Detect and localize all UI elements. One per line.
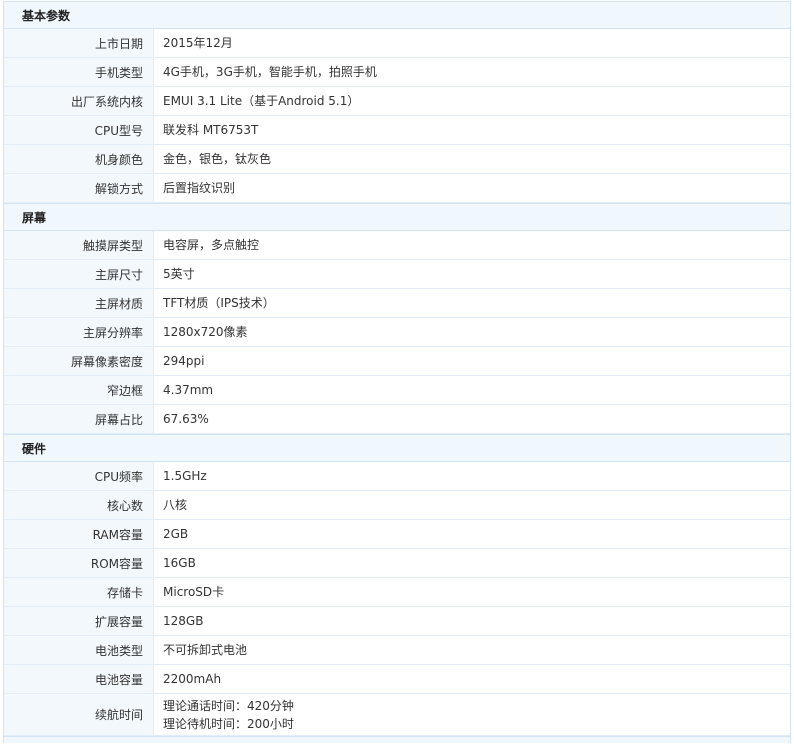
spec-row: 上市日期 2015年12月 bbox=[4, 29, 790, 58]
spec-label: 电池类型 bbox=[4, 636, 154, 664]
spec-value: 金色，银色，钛灰色 bbox=[163, 152, 272, 166]
spec-row: 机身颜色 金色，银色，钛灰色 bbox=[4, 145, 790, 174]
spec-value-line: 理论通话时间：420分钟 bbox=[163, 698, 294, 713]
spec-value: 联发科 MT6753T bbox=[163, 123, 259, 137]
spec-label: 机身颜色 bbox=[4, 145, 154, 173]
spec-value: 电容屏，多点触控 bbox=[163, 238, 260, 252]
spec-label: 手机类型 bbox=[4, 58, 154, 86]
spec-row: 电池类型 不可拆卸式电池 bbox=[4, 636, 790, 665]
spec-value-line: 理论待机时间：200小时 bbox=[163, 716, 294, 731]
spec-value: 1280x720像素 bbox=[163, 325, 248, 339]
spec-row: 触摸屏类型 电容屏，多点触控 bbox=[4, 231, 790, 260]
spec-row: 主屏尺寸 5英寸 bbox=[4, 260, 790, 289]
spec-value: MicroSD卡 bbox=[163, 585, 225, 599]
spec-label: 核心数 bbox=[4, 491, 154, 519]
spec-row: 主屏分辨率 1280x720像素 bbox=[4, 318, 790, 347]
spec-row: 解锁方式 后置指纹识别 bbox=[4, 174, 790, 203]
spec-value: 2200mAh bbox=[163, 672, 222, 686]
spec-row: 出厂系统内核 EMUI 3.1 Lite（基于Android 5.1） bbox=[4, 87, 790, 116]
spec-value: 67.63% bbox=[163, 412, 209, 426]
spec-value: 128GB bbox=[163, 614, 204, 628]
spec-row: 存储卡 MicroSD卡 bbox=[4, 578, 790, 607]
spec-value: 2GB bbox=[163, 527, 189, 541]
spec-row: 电池容量 2200mAh bbox=[4, 665, 790, 694]
spec-table: 基本参数 上市日期 2015年12月 手机类型 4G手机，3G手机，智能手机，拍… bbox=[3, 1, 791, 743]
spec-row: CPU型号 联发科 MT6753T bbox=[4, 116, 790, 145]
spec-label: 主屏材质 bbox=[4, 289, 154, 317]
spec-label: 扩展容量 bbox=[4, 607, 154, 635]
section-header-hardware: 硬件 bbox=[4, 434, 790, 462]
spec-row: CPU频率 1.5GHz bbox=[4, 462, 790, 491]
spec-value: EMUI 3.1 Lite（基于Android 5.1） bbox=[163, 94, 360, 108]
spec-label: 解锁方式 bbox=[4, 174, 154, 202]
spec-value: 4G手机，3G手机，智能手机，拍照手机 bbox=[163, 65, 377, 79]
spec-label: 电池容量 bbox=[4, 665, 154, 693]
spec-label: 屏幕占比 bbox=[4, 405, 154, 433]
spec-value: 4.37mm bbox=[163, 383, 214, 397]
spec-label: 主屏尺寸 bbox=[4, 260, 154, 288]
spec-label: 上市日期 bbox=[4, 29, 154, 57]
spec-value: 1.5GHz bbox=[163, 469, 207, 483]
spec-value-multiline: 理论通话时间：420分钟 理论待机时间：200小时 bbox=[154, 694, 790, 735]
spec-row: 屏幕占比 67.63% bbox=[4, 405, 790, 434]
spec-value: 不可拆卸式电池 bbox=[163, 643, 248, 657]
spec-value: 2015年12月 bbox=[163, 36, 233, 50]
spec-row: 扩展容量 128GB bbox=[4, 607, 790, 636]
section-header-basic: 基本参数 bbox=[4, 1, 790, 29]
spec-label: 出厂系统内核 bbox=[4, 87, 154, 115]
spec-label: CPU型号 bbox=[4, 116, 154, 144]
spec-value: 294ppi bbox=[163, 354, 205, 368]
spec-row: 核心数 八核 bbox=[4, 491, 790, 520]
spec-label: 触摸屏类型 bbox=[4, 231, 154, 259]
spec-label: 续航时间 bbox=[4, 694, 154, 735]
spec-label: 主屏分辨率 bbox=[4, 318, 154, 346]
spec-row: 主屏材质 TFT材质（IPS技术） bbox=[4, 289, 790, 318]
spec-value: TFT材质（IPS技术） bbox=[163, 296, 275, 310]
spec-label: 存储卡 bbox=[4, 578, 154, 606]
spec-row: ROM容量 16GB bbox=[4, 549, 790, 578]
spec-value: 16GB bbox=[163, 556, 196, 570]
next-section-edge bbox=[4, 736, 790, 743]
spec-value: 后置指纹识别 bbox=[163, 181, 236, 195]
spec-label: ROM容量 bbox=[4, 549, 154, 577]
spec-label: RAM容量 bbox=[4, 520, 154, 548]
spec-row: 屏幕像素密度 294ppi bbox=[4, 347, 790, 376]
section-header-screen: 屏幕 bbox=[4, 203, 790, 231]
spec-row: 窄边框 4.37mm bbox=[4, 376, 790, 405]
spec-value: 5英寸 bbox=[163, 267, 195, 281]
spec-row: 手机类型 4G手机，3G手机，智能手机，拍照手机 bbox=[4, 58, 790, 87]
spec-label: 窄边框 bbox=[4, 376, 154, 404]
spec-row: RAM容量 2GB bbox=[4, 520, 790, 549]
spec-label: 屏幕像素密度 bbox=[4, 347, 154, 375]
spec-row: 续航时间 理论通话时间：420分钟 理论待机时间：200小时 bbox=[4, 694, 790, 736]
spec-label: CPU频率 bbox=[4, 462, 154, 490]
spec-value: 八核 bbox=[163, 498, 188, 512]
